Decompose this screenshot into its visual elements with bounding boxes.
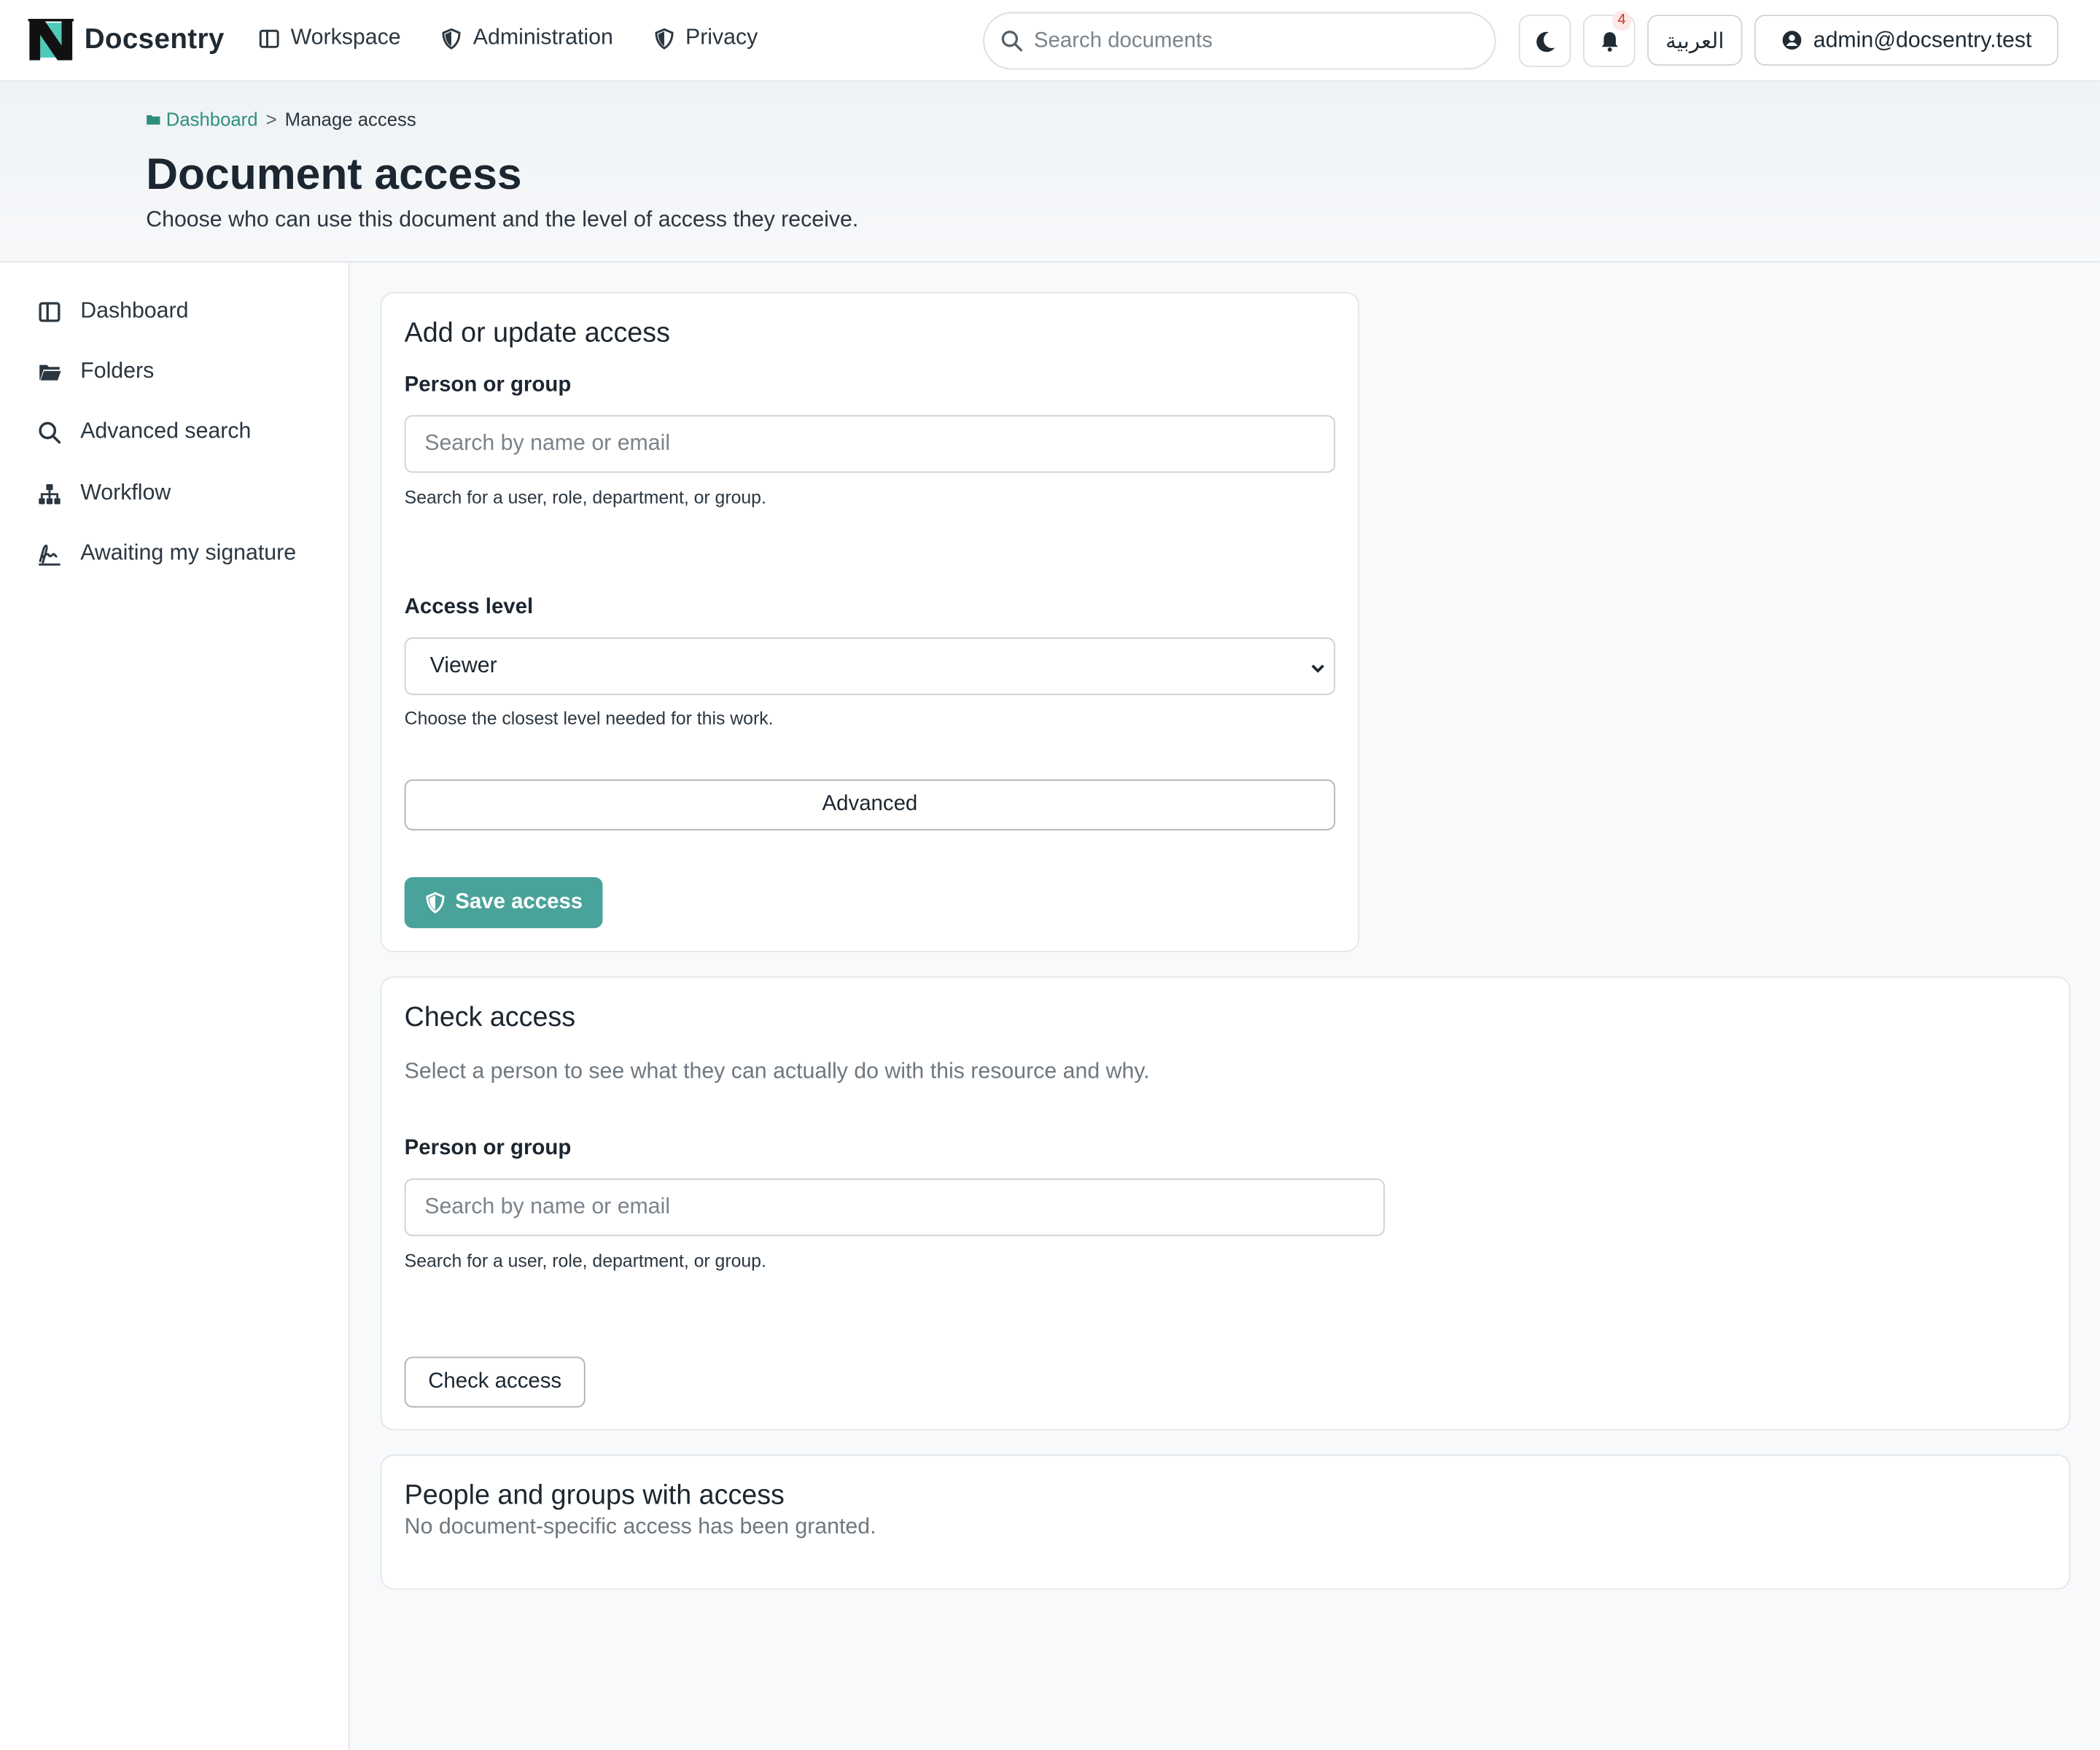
sidebar: Dashboard Folders Advanced search Workfl… bbox=[0, 262, 350, 1750]
sidebar-item-label: Advanced search bbox=[80, 419, 252, 443]
check-person-help: Search for a user, role, department, or … bbox=[404, 1251, 766, 1272]
top-bar: Docsentry Workspace Administration Priva… bbox=[0, 0, 2100, 82]
app-root: Docsentry Workspace Administration Priva… bbox=[0, 0, 2100, 1750]
sidebar-item-label: Workflow bbox=[80, 481, 171, 505]
signature-icon bbox=[39, 544, 61, 565]
sidebar-item-awaiting-signature[interactable]: Awaiting my signature bbox=[37, 541, 296, 567]
person-group-label: Person or group bbox=[404, 373, 572, 397]
check-access-description: Select a person to see what they can act… bbox=[404, 1059, 1150, 1084]
people-access-card: People and groups with access No documen… bbox=[380, 1454, 2071, 1590]
check-access-button[interactable]: Check access bbox=[404, 1356, 586, 1408]
access-level-value: Viewer bbox=[429, 653, 497, 678]
theme-toggle-button[interactable] bbox=[1518, 15, 1571, 67]
breadcrumb: Dashboard > Manage access bbox=[146, 109, 416, 130]
people-access-title: People and groups with access bbox=[404, 1479, 785, 1511]
moon-icon bbox=[1536, 31, 1555, 52]
add-access-card: Add or update access Person or group Sea… bbox=[380, 292, 1360, 952]
user-email: admin@docsentry.test bbox=[1813, 27, 2032, 52]
person-group-input[interactable] bbox=[404, 415, 1336, 473]
access-level-select[interactable]: Viewer bbox=[404, 637, 1336, 696]
search-icon bbox=[39, 421, 61, 443]
nav-administration-label: Administration bbox=[472, 25, 613, 50]
person-group-help: Search for a user, role, department, or … bbox=[404, 487, 766, 508]
access-level-help: Choose the closest level needed for this… bbox=[404, 708, 774, 729]
sidebar-item-folders[interactable]: Folders bbox=[37, 359, 154, 384]
save-access-button[interactable]: Save access bbox=[404, 877, 603, 928]
workflow-icon bbox=[39, 483, 61, 504]
columns-icon bbox=[259, 28, 279, 47]
global-search[interactable] bbox=[983, 12, 1496, 70]
nav-workspace-label: Workspace bbox=[290, 25, 401, 50]
sidebar-item-advanced-search[interactable]: Advanced search bbox=[37, 419, 251, 445]
sidebar-item-label: Awaiting my signature bbox=[80, 541, 297, 566]
dashboard-icon bbox=[39, 301, 61, 322]
app-name: Docsentry bbox=[84, 24, 225, 55]
shield-icon bbox=[655, 27, 674, 49]
top-nav: Workspace Administration Privacy bbox=[258, 26, 758, 51]
save-access-label: Save access bbox=[455, 890, 583, 914]
folder-icon bbox=[39, 364, 61, 380]
breadcrumb-separator: > bbox=[265, 108, 277, 131]
brand[interactable]: Docsentry bbox=[28, 18, 225, 62]
breadcrumb-current: Manage access bbox=[284, 108, 416, 131]
access-level-label: Access level bbox=[404, 596, 534, 619]
sidebar-item-label: Dashboard bbox=[80, 298, 189, 323]
breadcrumb-dashboard-label: Dashboard bbox=[166, 108, 258, 131]
nav-administration[interactable]: Administration bbox=[441, 26, 613, 51]
shield-icon bbox=[442, 27, 461, 49]
language-button[interactable]: العربية bbox=[1647, 15, 1743, 66]
sidebar-item-dashboard[interactable]: Dashboard bbox=[37, 299, 188, 324]
check-access-card: Check access Select a person to see what… bbox=[380, 976, 2071, 1431]
notifications-badge: 4 bbox=[1612, 10, 1632, 31]
page-header: Dashboard > Manage access Document acces… bbox=[0, 82, 2100, 262]
folder-icon bbox=[147, 114, 160, 125]
breadcrumb-dashboard[interactable]: Dashboard bbox=[146, 108, 258, 131]
search-icon bbox=[1001, 31, 1023, 52]
page-subtitle: Choose who can use this document and the… bbox=[146, 207, 859, 232]
nav-privacy[interactable]: Privacy bbox=[653, 26, 758, 51]
check-person-input[interactable] bbox=[404, 1178, 1385, 1237]
bell-icon bbox=[1601, 31, 1617, 51]
logo-icon bbox=[28, 18, 74, 61]
global-search-input[interactable] bbox=[1033, 28, 1463, 53]
chevron-down-icon bbox=[1311, 664, 1324, 673]
sidebar-item-workflow[interactable]: Workflow bbox=[37, 481, 171, 506]
notifications-button[interactable]: 4 bbox=[1582, 10, 1636, 67]
people-empty-message: No document-specific access has been gra… bbox=[404, 1514, 876, 1539]
user-menu-button[interactable]: admin@docsentry.test bbox=[1754, 15, 2059, 66]
page-title: Document access bbox=[146, 148, 522, 198]
nav-workspace[interactable]: Workspace bbox=[258, 25, 401, 51]
check-person-label: Person or group bbox=[404, 1137, 572, 1160]
nav-privacy-label: Privacy bbox=[685, 25, 758, 50]
sidebar-item-label: Folders bbox=[80, 359, 155, 384]
advanced-button[interactable]: Advanced bbox=[404, 779, 1336, 831]
user-circle-icon bbox=[1782, 31, 1802, 50]
shield-icon bbox=[426, 892, 445, 914]
check-access-title: Check access bbox=[404, 1001, 576, 1033]
add-access-title: Add or update access bbox=[404, 317, 670, 349]
